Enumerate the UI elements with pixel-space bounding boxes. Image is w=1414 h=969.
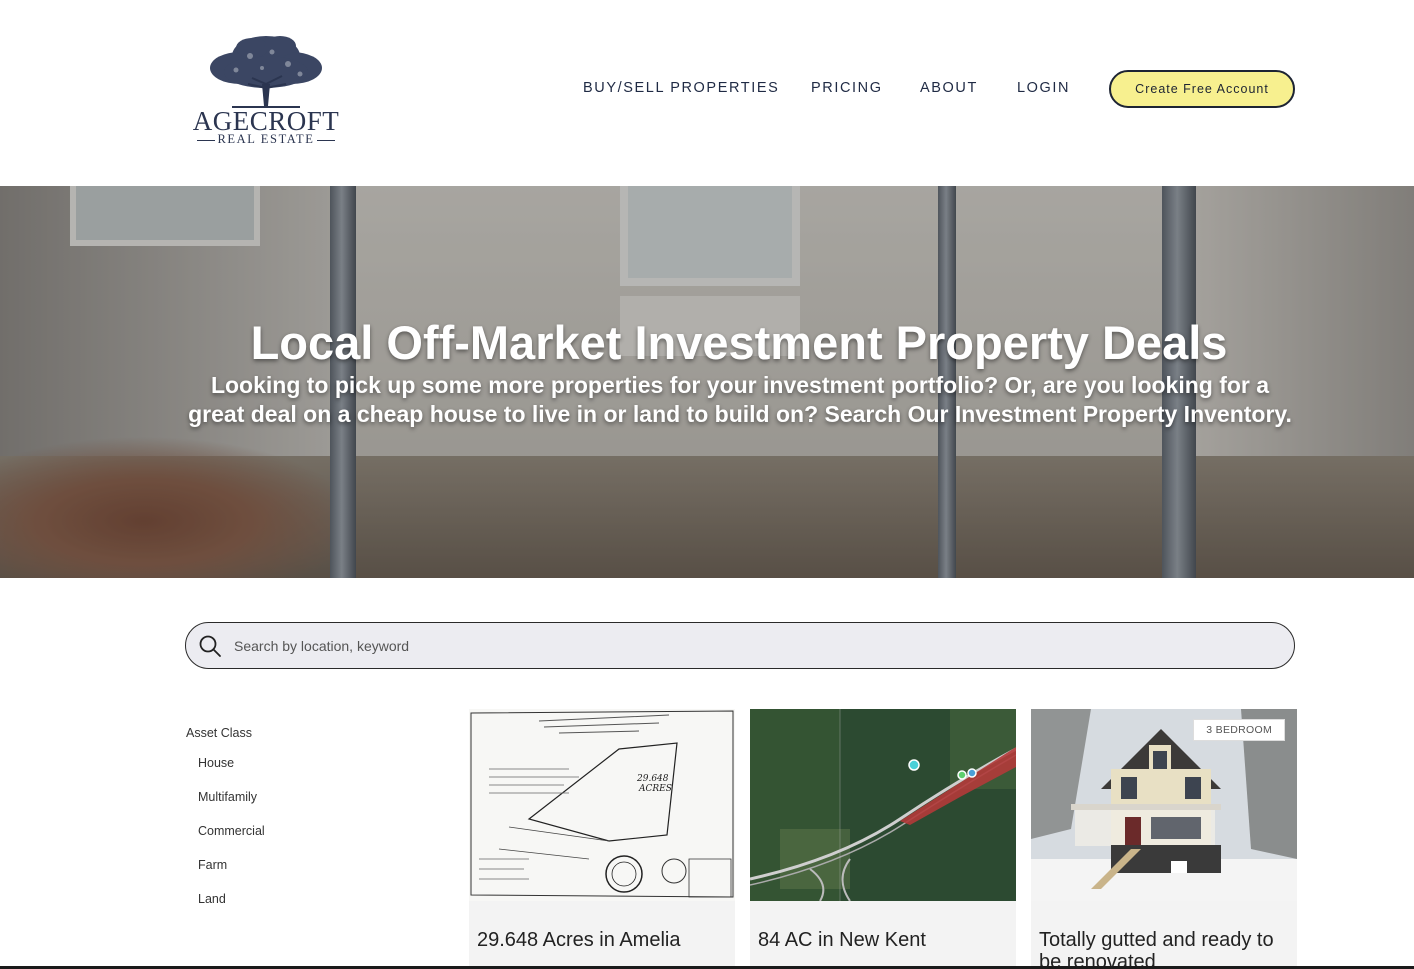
nav-pricing[interactable]: PRICING bbox=[811, 80, 883, 96]
svg-text:29.648: 29.648 bbox=[636, 774, 669, 784]
listing-title[interactable]: Totally gutted and ready to be renovated bbox=[1039, 929, 1289, 969]
listing-card[interactable]: 84 AC in New Kent bbox=[750, 709, 1016, 969]
hero-banner: Local Off-Market Investment Property Dea… bbox=[0, 186, 1414, 578]
site-header: AGECROFT REAL ESTATE BUY/SELL PROPERTIES… bbox=[0, 0, 1414, 186]
filter-commercial[interactable]: Commercial bbox=[198, 824, 265, 838]
search-bar[interactable] bbox=[185, 622, 1295, 669]
svg-text:ACRES: ACRES bbox=[638, 784, 672, 794]
listing-card[interactable]: 29.648 ACRES 29.648 Acres in Amelia bbox=[469, 709, 735, 969]
nav-about[interactable]: ABOUT bbox=[920, 80, 978, 96]
create-free-account-button[interactable]: Create Free Account bbox=[1109, 70, 1295, 108]
satellite-map-image[interactable] bbox=[750, 709, 1016, 901]
listing-card[interactable]: 3 BEDROOM Totally gutted and ready to be… bbox=[1031, 709, 1297, 969]
nav-buy-sell-properties[interactable]: BUY/SELL PROPERTIES bbox=[583, 80, 779, 96]
search-input[interactable] bbox=[234, 623, 1274, 668]
asset-class-heading: Asset Class bbox=[186, 726, 252, 740]
survey-plat-image[interactable]: 29.648 ACRES bbox=[469, 709, 735, 901]
bedroom-badge: 3 BEDROOM bbox=[1193, 719, 1285, 741]
search-icon bbox=[199, 635, 221, 657]
logo-wordmark: AGECROFT bbox=[192, 106, 340, 136]
nav-login[interactable]: LOGIN bbox=[1017, 80, 1070, 96]
listing-title[interactable]: 84 AC in New Kent bbox=[758, 929, 1008, 951]
filter-multifamily[interactable]: Multifamily bbox=[198, 790, 257, 804]
filter-farm[interactable]: Farm bbox=[198, 858, 227, 872]
listing-title[interactable]: 29.648 Acres in Amelia bbox=[477, 929, 727, 951]
logo-tagline: REAL ESTATE bbox=[192, 132, 340, 146]
filter-house[interactable]: House bbox=[198, 756, 234, 770]
filter-land[interactable]: Land bbox=[198, 892, 226, 906]
logo[interactable]: AGECROFT REAL ESTATE bbox=[192, 34, 340, 146]
hero-subtitle: Looking to pick up some more properties … bbox=[188, 372, 1292, 427]
logo-tagline-text: REAL ESTATE bbox=[217, 132, 315, 146]
tree-icon bbox=[210, 36, 322, 108]
hero-title: Local Off-Market Investment Property Dea… bbox=[250, 316, 1228, 369]
